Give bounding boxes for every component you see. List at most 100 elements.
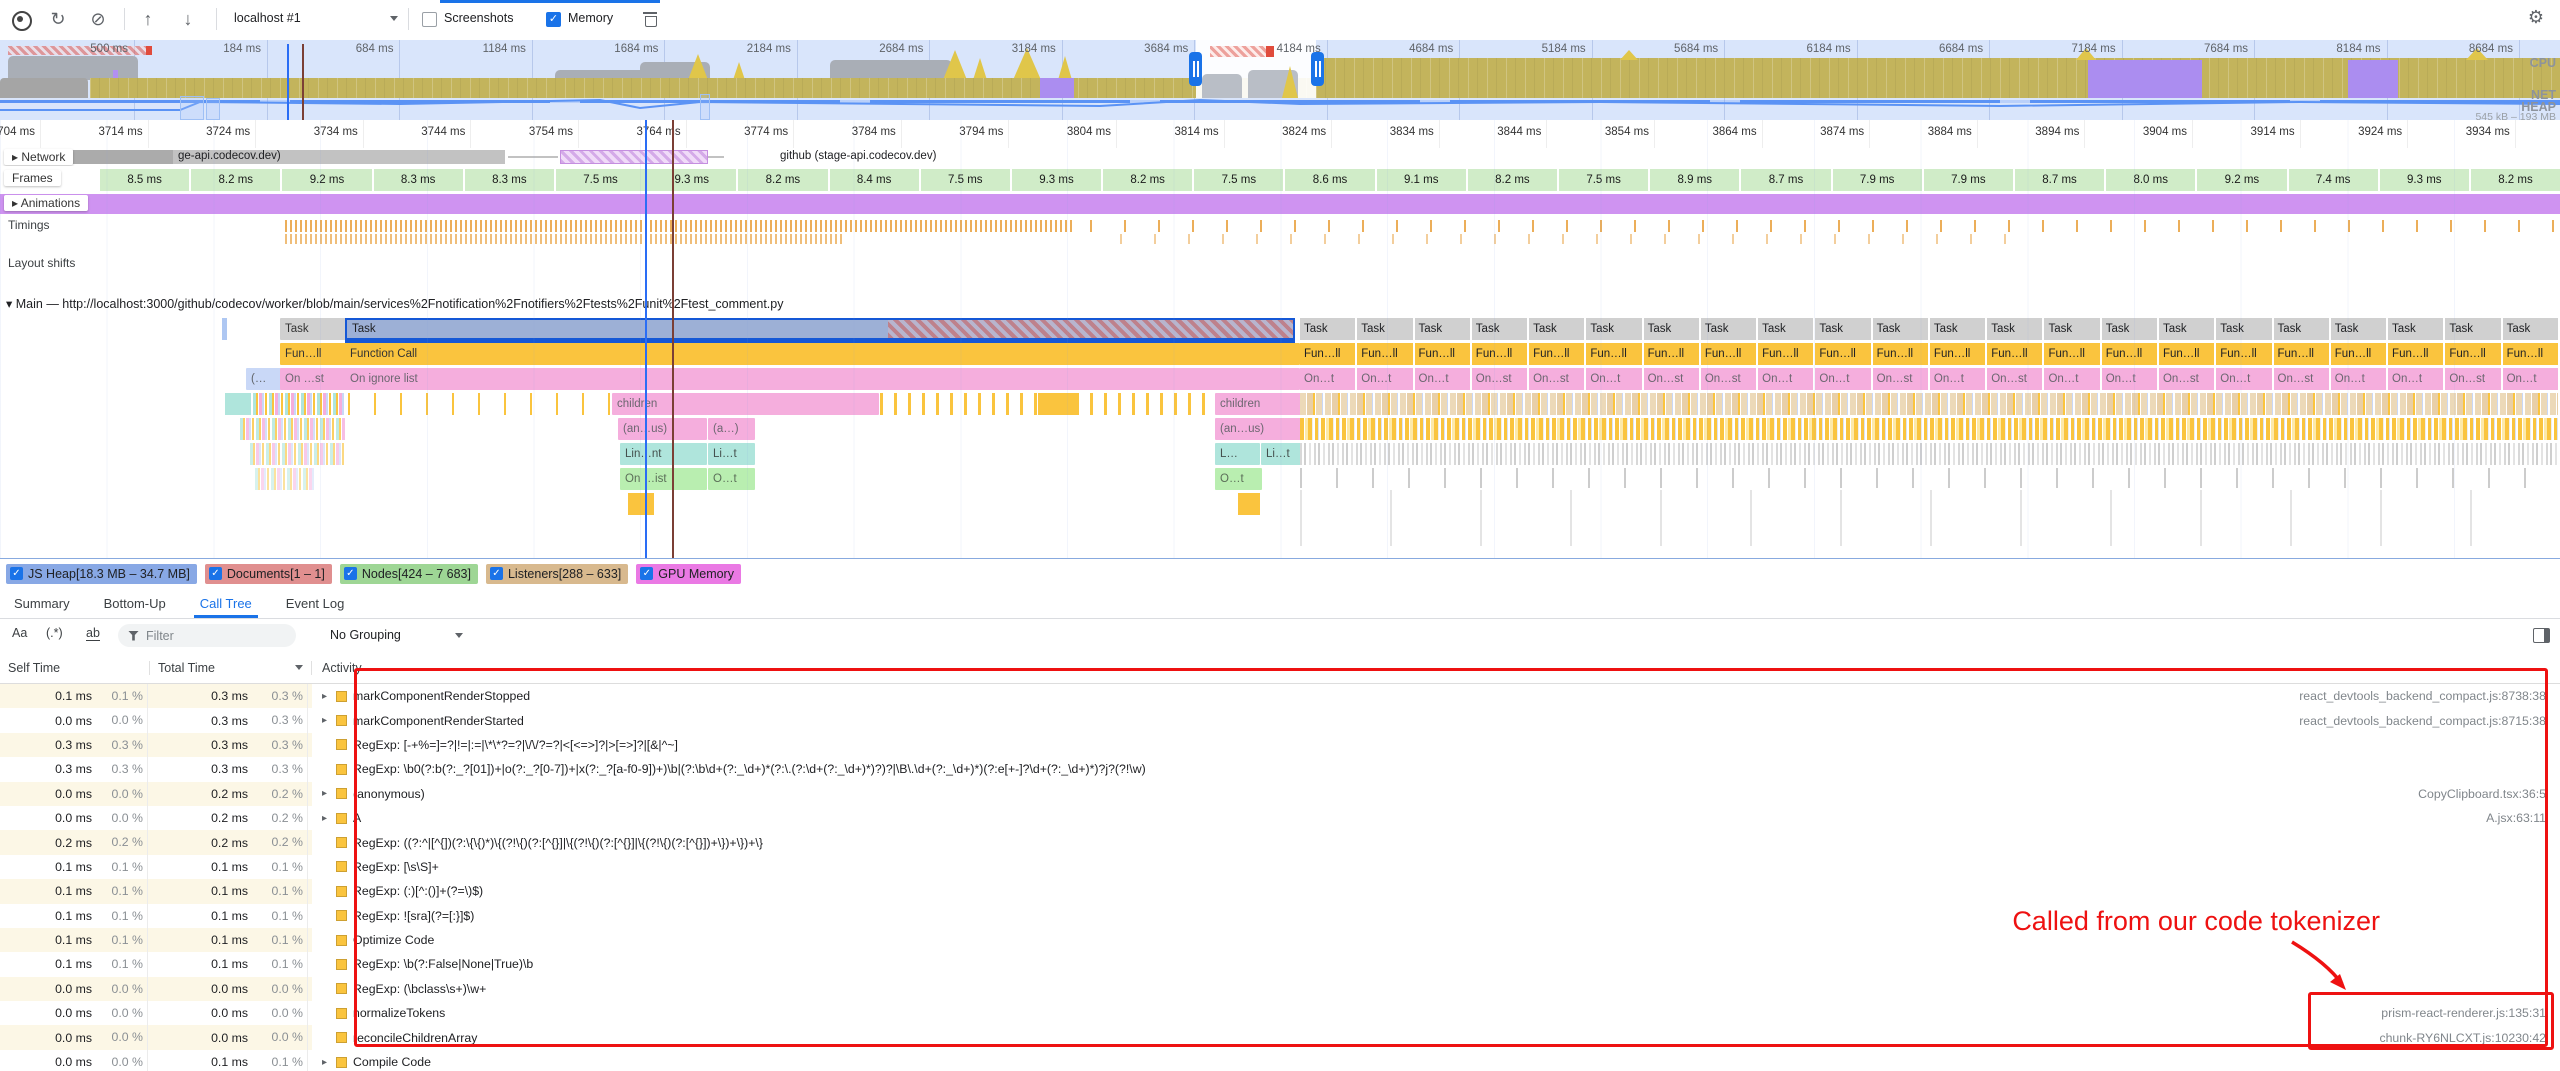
activity-header[interactable]: Activity	[312, 661, 2560, 675]
flame-function-chip[interactable]: Fun…ll	[1415, 343, 1470, 365]
flame-task-chip[interactable]: Task	[1644, 318, 1699, 340]
profile-selector[interactable]: localhost #1	[234, 11, 301, 25]
flame-onignore-chip[interactable]: On…t	[1930, 368, 1985, 390]
frame-duration-cell[interactable]: 7.9 ms	[1833, 169, 1922, 191]
flame-task-chip[interactable]: Task	[2445, 318, 2500, 340]
flame-onignore-chip[interactable]: On…st	[1644, 368, 1699, 390]
activity-name[interactable]: RegExp: ![sra](?=[:}]$)	[353, 909, 474, 923]
table-row[interactable]: 0.0 ms0.0 %0.0 ms0.0 %RegExp: (\bclass\s…	[0, 977, 2560, 1001]
screenshots-checkbox[interactable]	[422, 12, 437, 27]
activity-name[interactable]: RegExp: [\s\S]+	[353, 860, 439, 874]
flame-function-chip[interactable]: Fun…ll	[2159, 343, 2214, 365]
main-thread-label[interactable]: ▾ Main — http://localhost:3000/github/co…	[6, 296, 783, 311]
chevron-down-icon[interactable]	[455, 633, 463, 638]
frame-duration-cell[interactable]: 7.4 ms	[2289, 169, 2378, 191]
activity-name[interactable]: RegExp: ((?:^|[^{])(?:\{\{)*)\{(?!\{)(?:…	[353, 836, 763, 850]
timeline-ruler[interactable]: 704 ms3714 ms3724 ms3734 ms3744 ms3754 m…	[0, 120, 2560, 149]
flame-function-chip[interactable]: Fun…ll	[2388, 343, 2443, 365]
activity-name[interactable]: markComponentRenderStopped	[353, 689, 530, 703]
flame-function-chip[interactable]: Fun…ll	[280, 343, 347, 365]
frame-duration-cell[interactable]: 8.7 ms	[2015, 169, 2104, 191]
flame-onignore-chip[interactable]: On…t	[1415, 368, 1470, 390]
source-location-link[interactable]: prism-react-renderer.js:135:31	[2381, 1006, 2560, 1020]
frame-duration-cell[interactable]: 7.9 ms	[1924, 169, 2013, 191]
flame-function-chip[interactable]: Fun…ll	[1529, 343, 1584, 365]
flame-anonymous-bar[interactable]: (a…)	[708, 418, 755, 440]
counter-toggle[interactable]: ✓Nodes[424 – 7 683]	[340, 564, 478, 584]
match-case-toggle[interactable]: Aa	[12, 626, 27, 640]
flame-onignore-chip[interactable]: On…t	[2503, 368, 2558, 390]
tab-call-tree[interactable]: Call Tree	[200, 588, 252, 618]
table-row[interactable]: 0.1 ms0.1 %0.1 ms0.1 %RegExp: (:)[^:()]+…	[0, 879, 2560, 903]
flame-selected-task[interactable]: Task	[345, 318, 1295, 340]
frames-track-label[interactable]: Frames	[4, 170, 61, 186]
table-row[interactable]: 0.1 ms0.1 %0.1 ms0.1 %RegExp: \b(?:False…	[0, 952, 2560, 976]
flame-task-chip[interactable]: Task	[1300, 318, 1355, 340]
reload-and-record-icon[interactable]: ↻	[46, 8, 70, 30]
flame-onlist-bar[interactable]: On …ist	[620, 468, 707, 490]
activity-name[interactable]: reconcileChildrenArray	[353, 1031, 477, 1045]
frame-duration-cell[interactable]: 8.3 ms	[465, 169, 554, 191]
selection-right-handle[interactable]	[1311, 52, 1324, 86]
flame-task-chip[interactable]: Task	[1415, 318, 1470, 340]
flame-onignore-chip[interactable]: On…st	[1529, 368, 1584, 390]
checked-checkbox[interactable]: ✓	[344, 567, 357, 580]
frame-duration-cell[interactable]: 7.5 ms	[1559, 169, 1648, 191]
frame-duration-cell[interactable]: 8.2 ms	[2471, 169, 2560, 191]
flame-anonymous-bar[interactable]: (an…us)	[618, 418, 707, 440]
frame-duration-cell[interactable]: 9.3 ms	[647, 169, 736, 191]
activity-name[interactable]: A	[353, 811, 361, 825]
regex-toggle[interactable]: (.*)	[46, 626, 63, 640]
counter-toggle[interactable]: ✓Documents[1 – 1]	[205, 564, 332, 584]
frame-duration-cell[interactable]: 9.3 ms	[1012, 169, 1101, 191]
flame-task-chip[interactable]: Task	[1930, 318, 1985, 340]
flame-task-chip[interactable]: Task	[1586, 318, 1641, 340]
record-icon[interactable]	[12, 11, 32, 31]
flame-function-chip[interactable]: Fun…ll	[1644, 343, 1699, 365]
flame-onignore-chip[interactable]: On…st	[2445, 368, 2500, 390]
frame-duration-cell[interactable]: 8.0 ms	[2106, 169, 2195, 191]
flame-task-chip[interactable]: Task	[2159, 318, 2214, 340]
frame-duration-cell[interactable]: 9.2 ms	[2197, 169, 2286, 191]
flame-function-chip[interactable]: Fun…ll	[2216, 343, 2271, 365]
flame-function-chip[interactable]: Fun…ll	[1586, 343, 1641, 365]
activity-name[interactable]: Optimize Code	[353, 933, 434, 947]
activity-name[interactable]: (anonymous)	[353, 787, 425, 801]
timings-track[interactable]: Timings	[0, 214, 2560, 253]
flame-onignore-chip[interactable]: On…t	[1300, 368, 1355, 390]
flame-function-chip[interactable]: Fun…ll	[1987, 343, 2042, 365]
expand-arrow-icon[interactable]: ▸	[322, 715, 336, 726]
flame-yellow-block[interactable]	[628, 493, 654, 515]
flame-onignore-chip[interactable]: On…st	[1701, 368, 1756, 390]
activity-name[interactable]: RegExp: (\bclass\s+)\w+	[353, 982, 486, 996]
activity-name[interactable]: markComponentRenderStarted	[353, 714, 524, 728]
flame-task-chip[interactable]: Task	[2274, 318, 2329, 340]
checked-checkbox[interactable]: ✓	[209, 567, 222, 580]
flame-onignore-chip[interactable]: On…t	[1758, 368, 1813, 390]
flame-children-bar[interactable]: children	[612, 393, 879, 415]
frame-duration-cell[interactable]: 7.5 ms	[556, 169, 645, 191]
flame-onignore-chip[interactable]: On…t	[2102, 368, 2157, 390]
table-row[interactable]: 0.1 ms0.1 %0.1 ms0.1 %RegExp: [\s\S]+	[0, 855, 2560, 879]
flame-function-chip[interactable]: Fun…ll	[1300, 343, 1355, 365]
flame-task-chip[interactable]: Task	[2331, 318, 2386, 340]
flame-link-bar[interactable]: Li…t	[708, 443, 755, 465]
frame-duration-cell[interactable]: 8.3 ms	[374, 169, 463, 191]
flame-function-chip[interactable]: Fun…ll	[1815, 343, 1870, 365]
table-row[interactable]: 0.0 ms0.0 %0.3 ms0.3 %▸markComponentRend…	[0, 708, 2560, 732]
flame-link-bar[interactable]: L…	[1215, 443, 1260, 465]
flame-function-chip[interactable]: Fun…ll	[1701, 343, 1756, 365]
flame-anonymous-bar[interactable]: (an…us)	[1215, 418, 1308, 440]
frames-track[interactable]: 8.5 ms8.2 ms9.2 ms8.3 ms8.3 ms7.5 ms9.3 …	[0, 166, 2560, 195]
clear-icon[interactable]: ⊘	[86, 8, 110, 30]
frame-duration-cell[interactable]: 7.5 ms	[921, 169, 1010, 191]
flame-task-chip[interactable]: Task	[2044, 318, 2099, 340]
flame-task-chip[interactable]: Task	[1472, 318, 1527, 340]
flame-function-chip[interactable]: Fun…ll	[2274, 343, 2329, 365]
flame-onignore-chip[interactable]: On…st	[1987, 368, 2042, 390]
expand-arrow-icon[interactable]: ▸	[322, 788, 336, 799]
flame-children-bar[interactable]: children	[1215, 393, 1308, 415]
grouping-select[interactable]: No Grouping	[330, 628, 401, 642]
counter-toggle[interactable]: ✓Listeners[288 – 633]	[486, 564, 628, 584]
flame-task-chip[interactable]: Task	[1357, 318, 1412, 340]
